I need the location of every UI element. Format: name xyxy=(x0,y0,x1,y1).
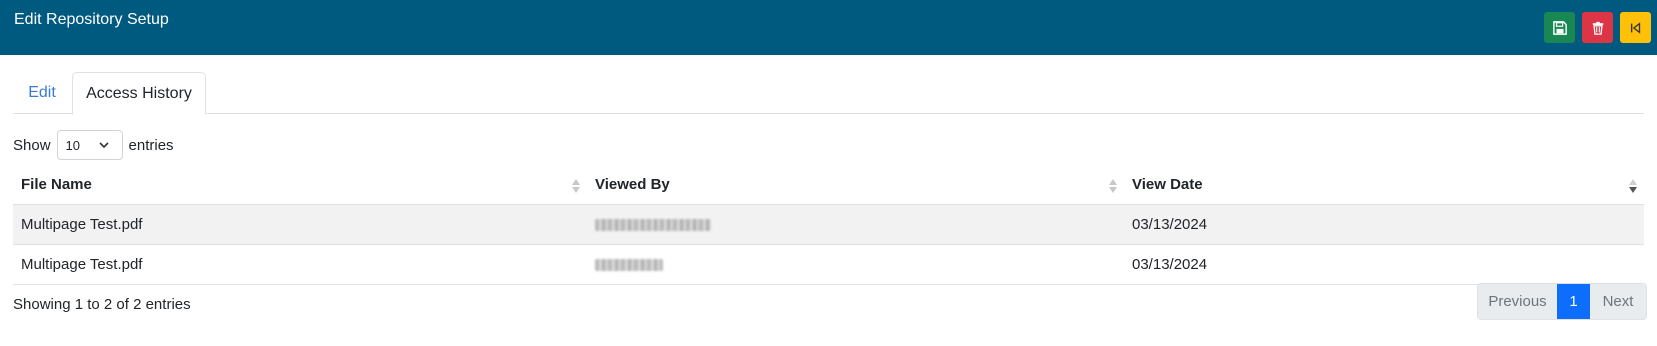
tab-edit[interactable]: Edit xyxy=(13,72,71,114)
table-header: File Name Viewed By View Date xyxy=(13,165,1644,205)
table-row: Multipage Test.pdf 03/13/2024 xyxy=(13,205,1644,245)
entries-label: entries xyxy=(128,136,174,154)
column-label: Viewed By xyxy=(595,176,670,193)
show-label: Show xyxy=(13,136,51,154)
chevron-down-icon xyxy=(98,142,109,149)
previous-page-button[interactable]: Previous xyxy=(1478,284,1557,319)
page-title: Edit Repository Setup xyxy=(14,11,169,28)
column-label: File Name xyxy=(21,176,92,193)
redacted-user-name xyxy=(595,258,663,271)
back-icon xyxy=(1630,21,1640,34)
cell-viewed-by xyxy=(587,205,1124,244)
tab-bar: Edit Access History xyxy=(13,72,1644,115)
access-history-table: File Name Viewed By View Date Multipage … xyxy=(13,165,1644,285)
sort-descending-icon xyxy=(1629,179,1637,193)
tab-access-history[interactable]: Access History xyxy=(72,72,206,115)
delete-button[interactable] xyxy=(1582,12,1613,43)
page-header: Edit Repository Setup xyxy=(0,0,1657,55)
column-header-viewed-by[interactable]: Viewed By xyxy=(587,165,1124,204)
cell-view-date: 03/13/2024 xyxy=(1132,256,1208,273)
pagination: Previous 1 Next xyxy=(1477,283,1647,320)
save-button[interactable] xyxy=(1544,12,1575,43)
table-info: Showing 1 to 2 of 2 entries xyxy=(13,296,191,313)
sort-both-icon xyxy=(1109,179,1117,193)
sort-both-icon xyxy=(572,179,580,193)
column-header-file-name[interactable]: File Name xyxy=(13,165,587,204)
entries-per-page-select[interactable]: 10 xyxy=(56,130,123,160)
back-button[interactable] xyxy=(1620,12,1651,43)
entries-length-control: Show 10 entries xyxy=(13,130,174,160)
cell-file-name: Multipage Test.pdf xyxy=(21,216,143,233)
cell-viewed-by xyxy=(587,245,1124,284)
trash-icon xyxy=(1592,21,1603,35)
column-header-view-date[interactable]: View Date xyxy=(1124,165,1644,204)
cell-file-name: Multipage Test.pdf xyxy=(21,256,143,273)
page-1-button[interactable]: 1 xyxy=(1557,284,1590,319)
header-actions xyxy=(1544,12,1651,43)
entries-per-page-value: 10 xyxy=(65,137,80,153)
cell-view-date: 03/13/2024 xyxy=(1132,216,1208,233)
column-label: View Date xyxy=(1132,176,1203,193)
redacted-user-name xyxy=(595,218,711,231)
table-row: Multipage Test.pdf 03/13/2024 xyxy=(13,245,1644,285)
next-page-button[interactable]: Next xyxy=(1590,284,1646,319)
save-icon xyxy=(1552,20,1567,35)
